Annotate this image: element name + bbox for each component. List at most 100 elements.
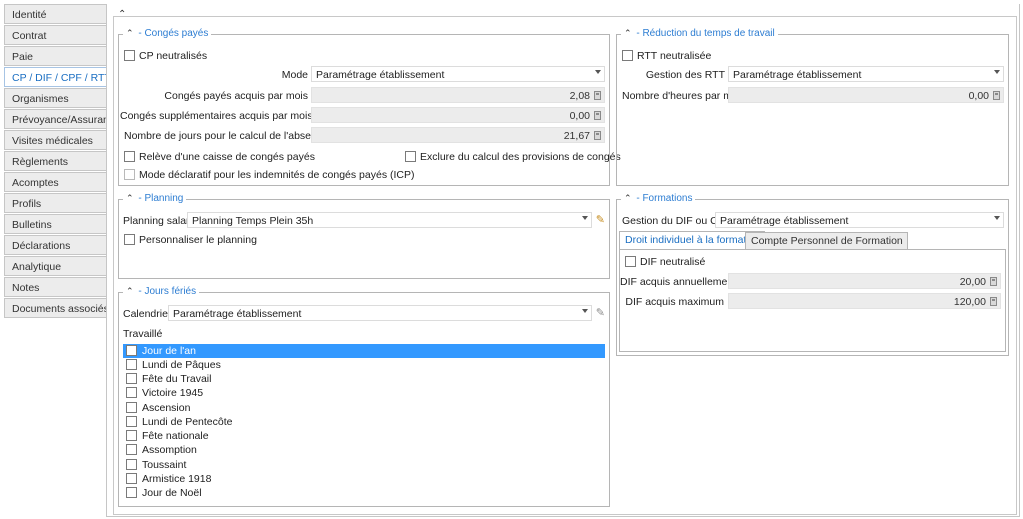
dif-max-field[interactable]: 120,00 — [728, 293, 1001, 309]
jours-absence-value: 21,67 — [563, 130, 590, 142]
gestion-dif-cpf-select[interactable]: Paramétrage établissement — [715, 212, 1004, 228]
dif-max-value: 120,00 — [953, 296, 986, 308]
calculator-icon[interactable] — [594, 111, 601, 120]
travaille-checkbox[interactable] — [126, 459, 137, 470]
personnaliser-planning-label: Personnaliser le planning — [139, 234, 257, 246]
conges-supp-label: Congés supplémentaires acquis par mois — [120, 110, 313, 122]
group-title: Réduction du temps de travail — [642, 28, 775, 39]
list-item[interactable]: Fête nationale — [123, 429, 605, 443]
nav-tab-cp-dif-cpf-rtt[interactable]: CP / DIF / CPF / RTT — [4, 67, 106, 87]
personnaliser-planning-checkbox[interactable] — [124, 234, 135, 245]
left-nav: Identité Contrat Paie CP / DIF / CPF / R… — [4, 4, 106, 319]
list-item[interactable]: Victoire 1945 — [123, 386, 605, 400]
heures-par-mois-value: 0,00 — [968, 90, 989, 102]
travaille-checkbox[interactable] — [126, 373, 137, 384]
dif-annuel-label: DIF acquis annuellement — [620, 276, 737, 288]
nav-tab-analytique[interactable]: Analytique — [4, 256, 106, 276]
group-title: Jours fériés — [144, 286, 197, 297]
cp-neutralises-checkbox[interactable] — [124, 50, 135, 61]
nav-tab-identite[interactable]: Identité — [4, 4, 106, 24]
collapse-chevron-icon[interactable]: ⌃ — [126, 193, 134, 203]
travaille-checkbox[interactable] — [126, 444, 137, 455]
list-item[interactable]: Assomption — [123, 443, 605, 457]
travaille-checkbox[interactable] — [126, 345, 137, 356]
nav-tab-visites-medicales[interactable]: Visites médicales — [4, 130, 106, 150]
calculator-icon[interactable] — [594, 131, 601, 140]
dif-neutralise-label: DIF neutralisé — [640, 256, 706, 268]
planning-salarie-value: Planning Temps Plein 35h — [192, 215, 314, 227]
releve-caisse-label: Relève d'une caisse de congés payés — [139, 151, 315, 163]
rtt-neutralisee-checkbox[interactable] — [622, 50, 633, 61]
mode-declaratif-checkbox[interactable] — [124, 169, 135, 180]
list-item[interactable]: Jour de l'an — [123, 344, 605, 358]
collapse-chevron-icon[interactable]: ⌃ — [126, 286, 134, 296]
exclure-provisions-label: Exclure du calcul des provisions de cong… — [420, 151, 621, 163]
nav-tab-profils[interactable]: Profils — [4, 193, 106, 213]
tab-compte-personnel-formation[interactable]: Compte Personnel de Formation — [745, 232, 908, 249]
jours-absence-field[interactable]: 21,67 — [311, 127, 605, 143]
nav-tab-reglements[interactable]: Règlements — [4, 151, 106, 171]
mode-select-value: Paramétrage établissement — [316, 69, 445, 81]
dropdown-arrow-icon — [582, 309, 588, 313]
travaille-checkbox[interactable] — [126, 416, 137, 427]
list-item[interactable]: Ascension — [123, 401, 605, 415]
dif-neutralise-checkbox[interactable] — [625, 256, 636, 267]
nav-tab-bulletins[interactable]: Bulletins — [4, 214, 106, 234]
nav-tab-notes[interactable]: Notes — [4, 277, 106, 297]
calculator-icon[interactable] — [990, 277, 997, 286]
collapse-chevron-icon[interactable]: ⌃ — [624, 193, 632, 203]
gestion-rtt-select[interactable]: Paramétrage établissement — [728, 66, 1004, 82]
travaille-checkbox[interactable] — [126, 430, 137, 441]
travaille-checkbox[interactable] — [126, 402, 137, 413]
conges-supp-value: 0,00 — [569, 110, 590, 122]
dif-annuel-field[interactable]: 20,00 — [728, 273, 1001, 289]
heures-par-mois-field[interactable]: 0,00 — [728, 87, 1004, 103]
gestion-dif-cpf-value: Paramétrage établissement — [720, 215, 849, 227]
dropdown-arrow-icon — [582, 216, 588, 220]
nav-tab-acomptes[interactable]: Acomptes — [4, 172, 106, 192]
releve-caisse-checkbox[interactable] — [124, 151, 135, 162]
collapse-chevron-icon[interactable]: ⌃ — [118, 9, 126, 20]
group-title: Formations — [642, 193, 693, 204]
nav-tab-organismes[interactable]: Organismes — [4, 88, 106, 108]
cp-acquis-value: 2,08 — [569, 90, 590, 102]
list-item[interactable]: Fête du Travail — [123, 372, 605, 386]
list-item[interactable]: Lundi de Pentecôte — [123, 415, 605, 429]
travaille-checkbox[interactable] — [126, 387, 137, 398]
edit-pencil-icon[interactable]: ✎ — [596, 213, 605, 226]
nav-tab-documents-associes[interactable]: Documents associés — [4, 298, 106, 318]
travaille-checkbox[interactable] — [126, 487, 137, 498]
calculator-icon[interactable] — [993, 91, 1000, 100]
calculator-icon[interactable] — [594, 91, 601, 100]
mode-select[interactable]: Paramétrage établissement — [311, 66, 605, 82]
heures-par-mois-label: Nombre d'heures par mois — [622, 90, 746, 102]
calendrier-select[interactable]: Paramétrage établissement ✎ — [168, 305, 605, 321]
list-item[interactable]: Toussaint — [123, 458, 605, 472]
exclure-provisions-checkbox[interactable] — [405, 151, 416, 162]
list-item[interactable]: Armistice 1918 — [123, 472, 605, 486]
dropdown-arrow-icon — [994, 216, 1000, 220]
mode-label: Mode — [281, 69, 308, 81]
planning-salarie-select[interactable]: Planning Temps Plein 35h ✎ — [187, 212, 605, 228]
travaille-checkbox[interactable] — [126, 473, 137, 484]
conges-supp-field[interactable]: 0,00 — [311, 107, 605, 123]
mode-declaratif-label: Mode déclaratif pour les indemnités de c… — [139, 169, 415, 181]
list-item[interactable]: Jour de Noël — [123, 486, 605, 500]
tab-droit-individuel-formation[interactable]: Droit individuel à la formation — [619, 231, 766, 249]
collapse-chevron-icon[interactable]: ⌃ — [126, 28, 134, 38]
group-title: Planning — [144, 193, 184, 204]
cp-acquis-field[interactable]: 2,08 — [311, 87, 605, 103]
nav-tab-paie[interactable]: Paie — [4, 46, 106, 66]
calendrier-value: Paramétrage établissement — [173, 308, 302, 320]
calculator-icon[interactable] — [990, 297, 997, 306]
gestion-rtt-value: Paramétrage établissement — [733, 69, 862, 81]
nav-tab-contrat[interactable]: Contrat — [4, 25, 106, 45]
collapse-chevron-icon[interactable]: ⌃ — [624, 28, 632, 38]
travaille-checkbox[interactable] — [126, 359, 137, 370]
dropdown-arrow-icon — [595, 70, 601, 74]
nav-tab-declarations[interactable]: Déclarations — [4, 235, 106, 255]
list-item[interactable]: Lundi de Pâques — [123, 358, 605, 372]
gestion-rtt-label: Gestion des RTT — [645, 69, 725, 81]
nav-tab-prevoyance[interactable]: Prévoyance/Assurance — [4, 109, 106, 129]
edit-pencil-icon[interactable]: ✎ — [596, 306, 605, 319]
